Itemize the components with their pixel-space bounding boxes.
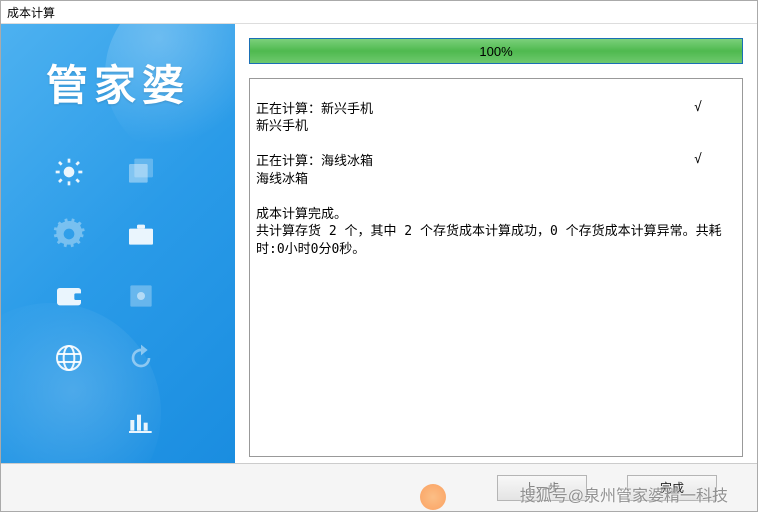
wallet-icon [51,278,87,314]
stack-icon [123,154,159,190]
progress-bar: 100% [249,38,743,64]
sun-icon [51,154,87,190]
check-icon: √ [694,99,702,117]
blank-icon [51,402,87,438]
window-title: 成本计算 [1,1,757,23]
log-line: 正在计算：新兴手机 [256,102,373,117]
dialog-content: 管家婆 100% 正在计算：新兴手机 新兴手机 √ [1,23,757,463]
undo-icon [123,340,159,376]
log-line: 成本计算完成。 [256,207,347,222]
done-button[interactable]: 完成 [627,475,717,501]
prev-button: 上一步 [497,475,587,501]
cost-calc-dialog: 成本计算 管家婆 100% [0,0,758,512]
log-line: 新兴手机 [256,119,308,134]
progress-label: 100% [250,39,742,63]
sidebar-icon-grid [51,154,201,463]
brand-logo-text: 管家婆 [1,52,235,113]
log-line: 共计算存货 2 个，其中 2 个存货成本计算成功，0 个存货成本计算异常。共耗时… [256,224,722,257]
globe-icon [51,340,87,376]
sidebar-banner: 管家婆 [1,24,235,463]
main-panel: 100% 正在计算：新兴手机 新兴手机 √ 正在计算：海线冰箱 海线冰箱 √ 成本计… [235,24,757,463]
check-icon: √ [694,151,702,169]
dialog-footer: 上一步 完成 [1,463,757,511]
briefcase-icon [123,216,159,252]
log-line: 正在计算：海线冰箱 [256,154,373,169]
bar-chart-icon [123,402,159,438]
log-line: 海线冰箱 [256,172,308,187]
safe-icon [123,278,159,314]
gear-icon [51,216,87,252]
watermark-logo-icon [420,484,446,510]
log-output[interactable]: 正在计算：新兴手机 新兴手机√ 正在计算：海线冰箱 海线冰箱√ 成本计算完成。 … [249,78,743,457]
